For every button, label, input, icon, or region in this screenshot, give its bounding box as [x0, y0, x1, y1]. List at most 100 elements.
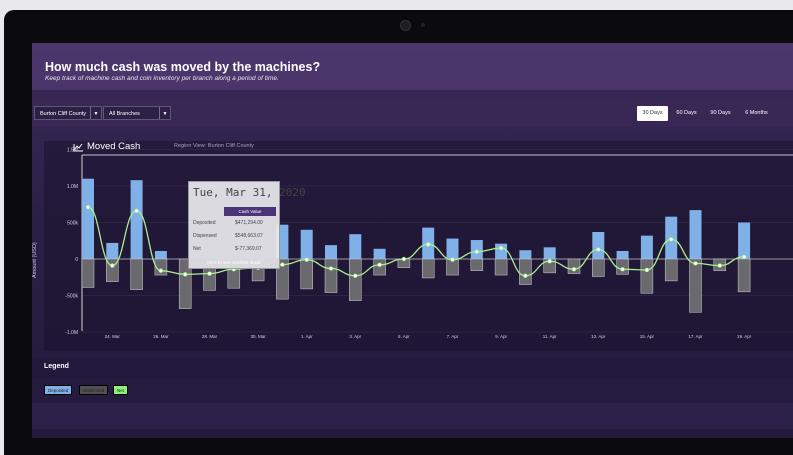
y-tick-label: -500k [65, 294, 78, 300]
chart-tooltip: Tue, Mar 31, 2020 Cash Value Deposited $… [188, 181, 306, 269]
net-point[interactable] [474, 249, 479, 254]
y-tick-label: 0 [75, 257, 78, 263]
y-tick-label: -1.0M [65, 330, 78, 336]
deposited-bar[interactable] [154, 250, 167, 259]
deposited-bar[interactable] [616, 250, 629, 259]
net-point[interactable] [571, 267, 577, 272]
net-point[interactable] [717, 263, 722, 268]
deposited-bar[interactable] [446, 238, 459, 259]
tooltip-net-label: Net [193, 246, 201, 252]
dispensed-bar[interactable] [300, 258, 313, 290]
net-point[interactable] [280, 262, 285, 267]
net-point[interactable] [85, 205, 91, 210]
x-tick-label: 17. Apr [688, 334, 703, 339]
net-point[interactable] [669, 237, 674, 242]
page-subtitle: Keep track of machine cash and coin inve… [45, 75, 279, 82]
tooltip-dispensed-label: Dispensed [193, 233, 217, 239]
dispensed-bar[interactable] [592, 258, 605, 277]
tooltip-column-header: Cash Value [224, 207, 276, 216]
dispensed-bar[interactable] [616, 258, 629, 275]
deposited-bar[interactable] [738, 222, 751, 260]
deposited-bar[interactable] [543, 247, 556, 259]
deposited-bar[interactable] [349, 234, 362, 259]
dispensed-bar[interactable] [373, 258, 386, 276]
net-point[interactable] [693, 261, 698, 266]
moved-cash-chart[interactable]: 1.5M 1.0M 500k 0 -500k -1.0M 24. Mar 26. Mar 28.… [32, 141, 793, 351]
net-point[interactable] [353, 273, 358, 278]
deposited-bar[interactable] [325, 245, 337, 259]
branch-select[interactable]: All Branches ▼ [103, 106, 171, 120]
x-tick-label: 26. Mar [153, 334, 169, 339]
deposited-bar[interactable] [470, 240, 483, 259]
net-point[interactable] [110, 263, 115, 268]
dispensed-bar[interactable] [81, 258, 95, 288]
net-point[interactable] [207, 271, 212, 276]
net-point[interactable] [498, 245, 504, 251]
dispensed-bar[interactable] [567, 258, 581, 274]
net-point[interactable] [620, 267, 625, 272]
tooltip-footer-link[interactable]: Click to see machine detail [207, 260, 261, 265]
x-tick-label: 15. Apr [640, 334, 655, 339]
deposited-bar[interactable] [82, 178, 94, 259]
y-tick-label: 1.5M [67, 148, 78, 154]
dispensed-bar[interactable] [737, 258, 751, 293]
legend-net-chip[interactable]: Net [113, 385, 129, 395]
net-point[interactable] [401, 256, 407, 262]
deposited-bar[interactable] [519, 250, 532, 259]
dispensed-bar[interactable] [519, 258, 532, 285]
tooltip-deposited-label: Deposited [193, 220, 216, 226]
net-point[interactable] [134, 208, 139, 213]
range-90-days-button[interactable]: 90 Days [706, 106, 735, 121]
deposited-bar[interactable] [373, 248, 386, 259]
tooltip-deposited-value: $471,294.00 [235, 220, 263, 226]
x-tick-label: 13. Apr [591, 334, 606, 339]
net-point[interactable] [450, 257, 455, 262]
net-point[interactable] [304, 257, 309, 262]
net-point[interactable] [741, 254, 747, 259]
x-tick-label: 3. Apr [349, 334, 361, 339]
tooltip-net-value: $-77,369.07 [235, 246, 262, 252]
deposited-bar[interactable] [689, 210, 702, 259]
net-point[interactable] [183, 272, 188, 277]
dispensed-bar[interactable] [664, 258, 678, 282]
range-60-days-button[interactable]: 60 Days [672, 106, 701, 121]
deposited-bar[interactable] [106, 242, 119, 259]
dispensed-bar[interactable] [494, 258, 508, 276]
dispensed-bar[interactable] [421, 258, 435, 279]
legend-deposited-chip[interactable]: Deposited [44, 385, 73, 395]
county-select-value: Burton Cliff County [40, 111, 87, 117]
y-tick-label: 500k [67, 221, 78, 227]
net-point[interactable] [426, 242, 431, 247]
net-point[interactable] [377, 262, 382, 267]
legend-band [32, 357, 793, 379]
net-point[interactable] [644, 267, 650, 273]
chevron-down-icon: ▼ [90, 107, 101, 119]
deposited-bar[interactable] [300, 229, 313, 259]
net-point[interactable] [158, 268, 164, 273]
net-point[interactable] [596, 247, 601, 252]
dispensed-bar[interactable] [130, 258, 143, 290]
deposited-bar[interactable] [640, 235, 653, 259]
net-point[interactable] [523, 273, 528, 278]
dispensed-bar[interactable] [470, 258, 484, 271]
range-30-days-button[interactable]: 30 Days [637, 106, 668, 121]
net-point[interactable] [328, 266, 334, 271]
x-tick-label: 24. Mar [105, 334, 121, 339]
deposited-bar[interactable] [592, 231, 605, 259]
net-point[interactable] [547, 259, 552, 264]
deposited-bar[interactable] [130, 180, 143, 259]
footer-band [32, 403, 793, 429]
x-tick-label: 28. Mar [202, 334, 218, 339]
x-tick-label: 7. Apr [447, 334, 459, 339]
dispensed-bar[interactable] [324, 258, 338, 293]
range-6-months-button[interactable]: 6 Months [740, 106, 773, 121]
dispensed-bar[interactable] [640, 258, 654, 294]
dispensed-bar[interactable] [689, 258, 702, 313]
x-tick-label: 9. Apr [495, 334, 507, 339]
x-tick-label: 5. Apr [398, 334, 410, 339]
camera-icon [400, 20, 411, 31]
dispensed-bar[interactable] [349, 258, 362, 301]
x-tick-label: 30. Mar [250, 334, 266, 339]
county-select[interactable]: Burton Cliff County ▼ [34, 106, 102, 120]
legend-dispensed-chip[interactable]: Dispensed [79, 385, 109, 395]
